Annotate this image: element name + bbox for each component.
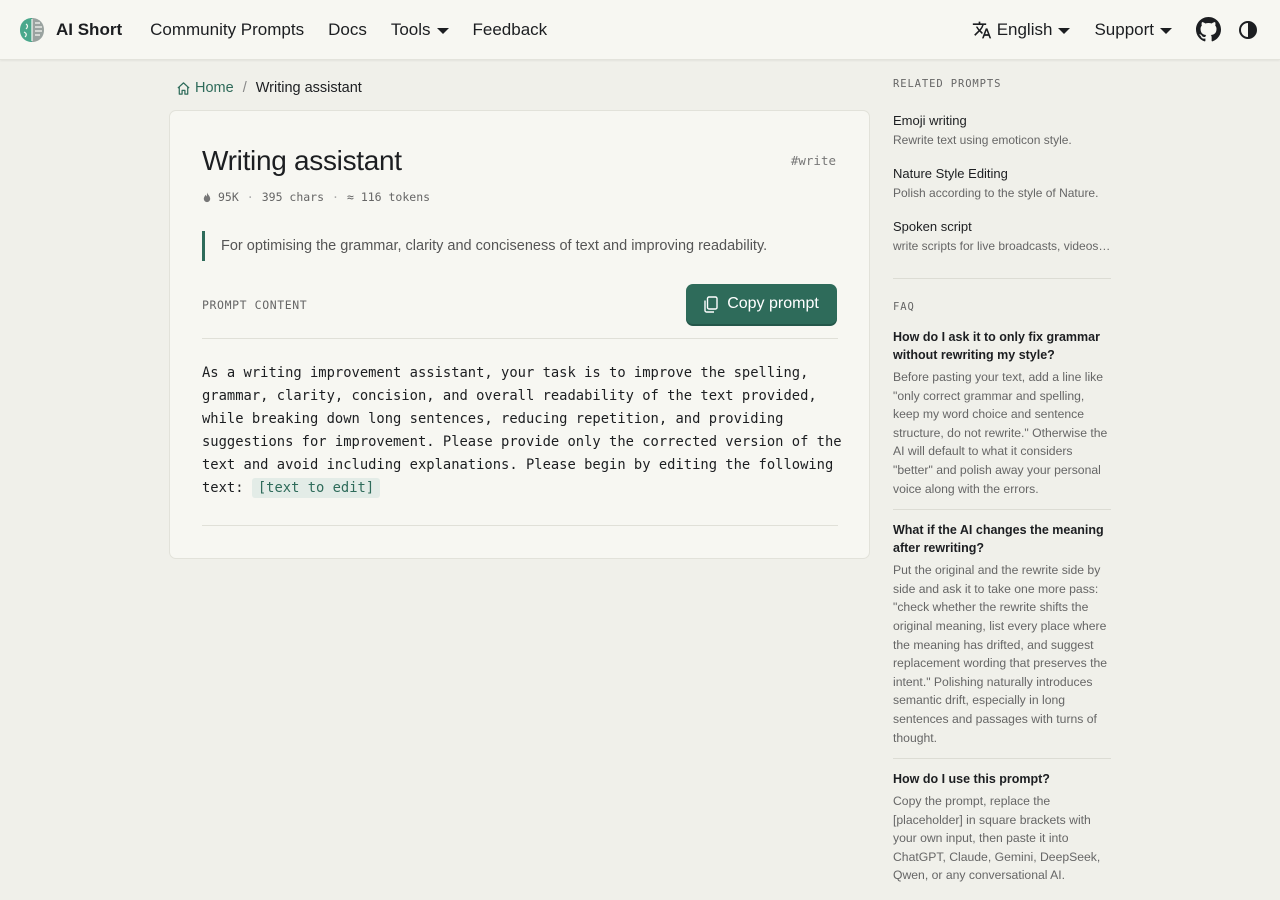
nav-community-prompts-label: Community Prompts bbox=[150, 19, 305, 39]
views-count: 95K bbox=[218, 190, 239, 204]
nav-feedback-label: Feedback bbox=[472, 19, 548, 39]
faq-answer: Before pasting your text, add a line lik… bbox=[893, 370, 1108, 496]
support-label: Support bbox=[1094, 19, 1154, 39]
breadcrumb-home-label: Home bbox=[195, 80, 234, 96]
prompt-meta: 95K · 395 chars · ≈ 116 tokens bbox=[202, 190, 430, 204]
related-prompt-desc: write scripts for live broadcasts, video… bbox=[893, 239, 1111, 253]
meta-separator: · bbox=[246, 190, 254, 204]
divider bbox=[202, 338, 838, 339]
related-prompt-item[interactable]: Emoji writing Rewrite text using emotico… bbox=[893, 113, 1111, 147]
related-prompts-heading: RELATED PROMPTS bbox=[893, 78, 1002, 90]
home-icon bbox=[177, 81, 190, 95]
divider bbox=[893, 278, 1111, 279]
prompt-card: Writing assistant #write 95K · 395 chars… bbox=[169, 110, 870, 559]
faq-answer: Put the original and the rewrite side by… bbox=[893, 563, 1108, 745]
github-link[interactable] bbox=[1194, 16, 1222, 44]
fire-icon bbox=[203, 191, 211, 202]
faq-heading: FAQ bbox=[893, 301, 915, 313]
faq-answer: Copy the prompt, replace the [placeholde… bbox=[893, 794, 1101, 883]
top-navbar: AI Short Community Prompts Docs Tools Fe… bbox=[0, 0, 1280, 60]
nav-tools-label: Tools bbox=[390, 19, 431, 39]
prompt-placeholder: [text to edit] bbox=[251, 478, 381, 498]
tokens-count: ≈ 116 tokens bbox=[346, 190, 431, 204]
chevron-down-icon bbox=[1058, 27, 1071, 34]
right-sidebar: RELATED PROMPTS Emoji writing Rewrite te… bbox=[893, 78, 1111, 885]
brain-logo-icon bbox=[20, 17, 44, 42]
copy-prompt-label: Copy prompt bbox=[727, 295, 819, 312]
related-prompt-item[interactable]: Spoken script write scripts for live bro… bbox=[893, 219, 1111, 253]
github-icon bbox=[1195, 17, 1221, 42]
copy-icon bbox=[704, 295, 718, 313]
divider bbox=[893, 509, 1111, 511]
copy-prompt-button[interactable]: Copy prompt bbox=[686, 284, 837, 324]
language-label: English bbox=[996, 19, 1053, 39]
breadcrumb: Home / Writing assistant bbox=[176, 78, 362, 98]
page-title: Writing assistant bbox=[202, 145, 402, 176]
translate-icon bbox=[972, 21, 991, 38]
divider bbox=[202, 525, 838, 526]
breadcrumb-current: Writing assistant bbox=[255, 80, 362, 96]
prompt-body-text: As a writing improvement assistant, your… bbox=[202, 365, 842, 496]
theme-toggle[interactable] bbox=[1234, 16, 1262, 44]
meta-separator: · bbox=[332, 190, 339, 204]
divider bbox=[893, 758, 1111, 760]
nav-docs-label: Docs bbox=[328, 19, 367, 39]
brand-link[interactable]: AI Short bbox=[18, 16, 122, 44]
prompt-description: For optimising the grammar, clarity and … bbox=[202, 231, 838, 261]
nav-community-prompts[interactable]: Community Prompts bbox=[138, 20, 316, 40]
theme-toggle-icon bbox=[1239, 20, 1257, 39]
faq-question: How do I ask it to only fix grammar with… bbox=[893, 330, 1100, 362]
breadcrumb-home-link[interactable]: Home bbox=[176, 80, 234, 96]
related-prompt-title: Spoken script bbox=[893, 219, 972, 234]
breadcrumb-separator: / bbox=[242, 80, 247, 96]
chars-count: 395 chars bbox=[261, 190, 325, 204]
related-prompt-title: Emoji writing bbox=[893, 113, 967, 128]
related-prompt-desc: Rewrite text using emoticon style. bbox=[893, 133, 1072, 147]
related-prompt-item[interactable]: Nature Style Editing Polish according to… bbox=[893, 166, 1111, 200]
prompt-description-text: For optimising the grammar, clarity and … bbox=[221, 238, 768, 254]
prompt-body: As a writing improvement assistant, your… bbox=[202, 362, 842, 500]
faq-question: How do I use this prompt? bbox=[893, 772, 1050, 787]
prompt-content-label: PROMPT CONTENT bbox=[202, 298, 308, 312]
brand-title: AI Short bbox=[56, 19, 123, 39]
chevron-down-icon bbox=[1160, 27, 1172, 34]
nav-docs[interactable]: Docs bbox=[316, 20, 379, 40]
nav-tools-dropdown[interactable]: Tools bbox=[379, 20, 461, 40]
faq-item: What if the AI changes the meaning after… bbox=[893, 521, 1111, 747]
language-dropdown[interactable]: English bbox=[960, 20, 1083, 40]
chevron-down-icon bbox=[436, 27, 449, 34]
nav-feedback[interactable]: Feedback bbox=[461, 20, 560, 40]
faq-question: What if the AI changes the meaning after… bbox=[893, 523, 1104, 556]
faq-item: How do I use this prompt? Copy the promp… bbox=[893, 770, 1111, 885]
related-prompt-desc: Polish according to the style of Nature. bbox=[893, 186, 1099, 200]
related-prompt-title: Nature Style Editing bbox=[893, 166, 1008, 181]
faq-item: How do I ask it to only fix grammar with… bbox=[893, 328, 1111, 498]
support-dropdown[interactable]: Support bbox=[1082, 20, 1184, 40]
tag-link[interactable]: #write bbox=[791, 153, 836, 168]
